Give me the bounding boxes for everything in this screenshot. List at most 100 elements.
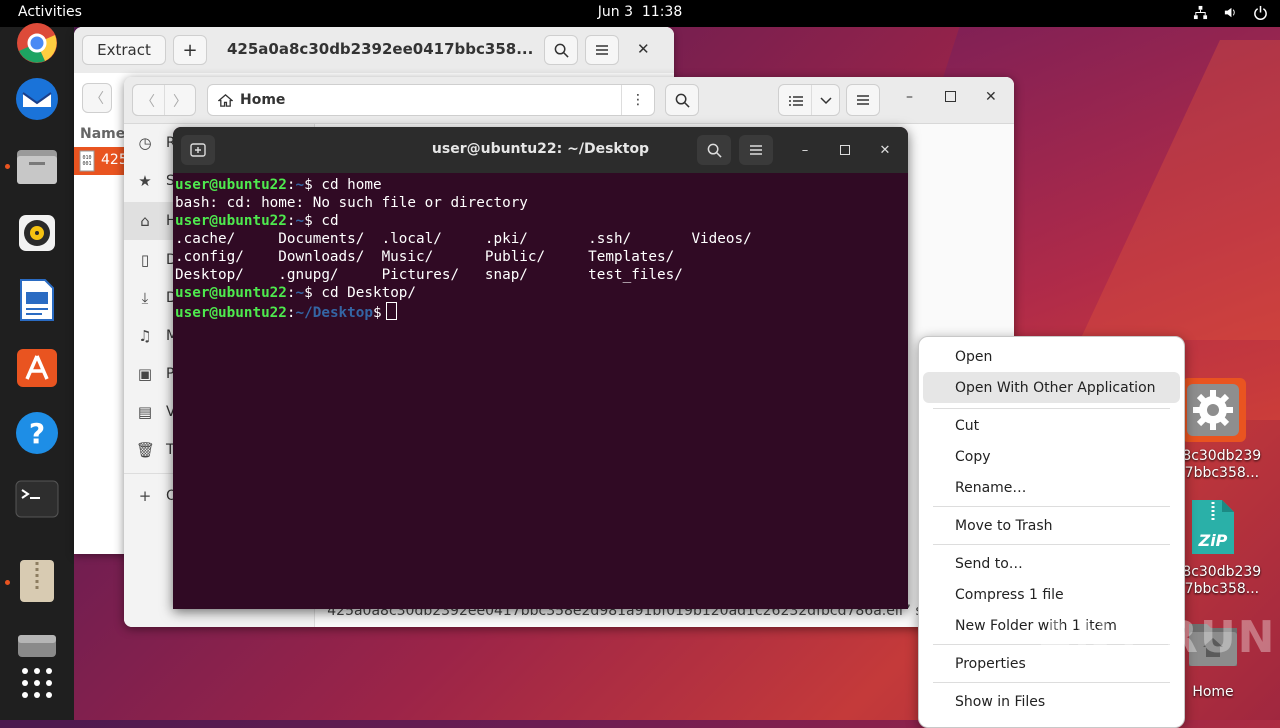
location-label: Home	[240, 92, 286, 108]
extract-button[interactable]: Extract	[82, 35, 166, 65]
search-icon	[707, 143, 722, 158]
menu-separator	[933, 408, 1170, 409]
command-text: cd	[321, 213, 339, 229]
menu-item-move-to-trash[interactable]: Move to Trash	[923, 510, 1180, 541]
hamburger-icon	[857, 95, 869, 105]
menu-item-rename[interactable]: Rename…	[923, 472, 1180, 503]
location-bar[interactable]: Home ⋮	[207, 84, 655, 116]
writer-icon[interactable]	[13, 276, 61, 324]
menu-button[interactable]	[739, 135, 773, 165]
prompt-path: ~	[295, 285, 305, 301]
menu-button[interactable]	[585, 35, 619, 65]
app-center-icon[interactable]	[13, 343, 61, 391]
menu-separator	[933, 506, 1170, 507]
menu-item-compress[interactable]: Compress 1 file	[923, 579, 1180, 610]
system-tray[interactable]	[1192, 4, 1268, 20]
terminal-headerbar: user@ubuntu22: ~/Desktop – ✕	[173, 127, 908, 173]
menu-item-label: Open	[955, 348, 993, 365]
prompt-user: user@ubuntu22	[175, 213, 287, 229]
clock-date: Jun 3	[597, 4, 633, 20]
binary-file-icon: 010001	[79, 150, 95, 172]
thunderbird-icon[interactable]	[13, 75, 61, 123]
archive-icon[interactable]	[13, 557, 61, 605]
menu-item-cut[interactable]: Cut	[923, 410, 1180, 441]
search-button[interactable]	[665, 84, 699, 116]
close-icon[interactable]: ✕	[985, 89, 997, 105]
text-cursor	[385, 302, 397, 320]
files-headerbar: 〈 〈 〉 Home ⋮ – ✕	[124, 77, 1014, 124]
menu-item-label: Open With Other Application	[955, 379, 1156, 396]
network-icon[interactable]	[1192, 4, 1208, 20]
zip-icon: ZiP	[1192, 500, 1234, 554]
home-icon	[218, 94, 233, 107]
terminal-line: user@ubuntu22:~$ cd	[175, 213, 339, 229]
add-files-button[interactable]: +	[173, 35, 207, 65]
menu-item-label: Rename…	[955, 479, 1027, 496]
search-button[interactable]	[544, 35, 578, 65]
menu-item-label: Move to Trash	[955, 517, 1053, 534]
view-toggle-button[interactable]	[778, 84, 840, 116]
running-indicator	[5, 164, 10, 169]
prompt-user: user@ubuntu22	[175, 177, 287, 193]
terminal-output[interactable]: user@ubuntu22:~$ cd home bash: cd: home: …	[175, 176, 752, 322]
svg-text:?: ?	[29, 417, 45, 450]
help-icon[interactable]: ?	[13, 409, 61, 457]
menu-item-send-to[interactable]: Send to…	[923, 548, 1180, 579]
hamburger-icon	[750, 145, 762, 155]
home-icon: ⌂	[140, 212, 150, 230]
menu-item-show-in-files[interactable]: Show in Files	[923, 686, 1180, 717]
menu-item-label: Properties	[955, 655, 1026, 672]
chrome-icon[interactable]	[13, 19, 61, 67]
menu-item-label: Send to…	[955, 555, 1023, 572]
maximize-icon[interactable]	[830, 135, 860, 165]
menu-item-open-with[interactable]: Open With Other Application	[923, 372, 1180, 403]
terminal-window[interactable]: user@ubuntu22: ~/Desktop – ✕ user@ubuntu…	[173, 127, 908, 609]
window-title: 425a0a8c30db2392ee0417bbc358...	[227, 40, 534, 58]
clock-icon: ◷	[138, 134, 152, 152]
maximize-icon[interactable]	[945, 91, 956, 102]
menu-item-label: Show in Files	[955, 693, 1046, 710]
svg-text:001: 001	[82, 161, 91, 167]
context-menu: Open Open With Other Application Cut Cop…	[918, 336, 1185, 728]
menu-item-copy[interactable]: Copy	[923, 441, 1180, 472]
back-icon[interactable]: 〈	[141, 91, 155, 111]
star-icon: ★	[138, 172, 152, 190]
chevron-left-icon: 〈	[90, 91, 104, 107]
minimize-icon[interactable]: –	[906, 89, 913, 105]
video-icon: ▤	[137, 403, 153, 421]
volume-icon[interactable]	[1222, 4, 1238, 20]
svg-text:ZiP: ZiP	[1198, 531, 1228, 550]
app-grid-icon[interactable]	[13, 659, 61, 707]
prompt-path: ~	[295, 213, 305, 229]
terminal-line: bash: cd: home: No such file or director…	[175, 195, 528, 211]
close-icon[interactable]: ✕	[870, 135, 900, 165]
prompt-path: ~/Desktop	[295, 305, 373, 321]
terminal-icon[interactable]	[13, 475, 61, 523]
column-header-name[interactable]: Name	[80, 126, 125, 142]
prompt-path: ~	[295, 177, 305, 193]
terminal-scrollbar[interactable]	[902, 173, 908, 609]
picture-icon: ▣	[137, 365, 153, 383]
document-icon: ▯	[140, 251, 150, 269]
menu-item-label: Copy	[955, 448, 991, 465]
terminal-line: .cache/ Documents/ .local/ .pki/ .ssh/ V…	[175, 231, 752, 247]
search-button[interactable]	[697, 135, 731, 165]
terminal-line: user@ubuntu22:~$ cd home	[175, 177, 382, 193]
menu-item-open[interactable]: Open	[923, 341, 1180, 372]
minimize-icon[interactable]: –	[790, 135, 820, 165]
close-icon[interactable]: ✕	[637, 40, 650, 58]
forward-icon[interactable]: 〉	[173, 91, 187, 111]
power-icon[interactable]	[1252, 4, 1268, 20]
prompt-user: user@ubuntu22	[175, 285, 287, 301]
location-menu-icon[interactable]: ⋮	[621, 85, 654, 115]
archive-headerbar: Extract + 425a0a8c30db2392ee0417bbc358..…	[74, 27, 674, 73]
files-icon[interactable]	[13, 142, 61, 190]
terminal-line: .config/ Downloads/ Music/ Public/ Templ…	[175, 249, 675, 265]
clock[interactable]: Jun 3 11:38	[0, 4, 1280, 20]
rhythmbox-icon[interactable]	[13, 209, 61, 257]
terminal-line: user@ubuntu22:~$ cd Desktop/	[175, 285, 417, 301]
menu-button[interactable]	[846, 84, 880, 116]
chevron-down-icon	[820, 97, 832, 105]
back-button[interactable]: 〈	[82, 83, 112, 113]
hamburger-icon	[596, 45, 608, 55]
